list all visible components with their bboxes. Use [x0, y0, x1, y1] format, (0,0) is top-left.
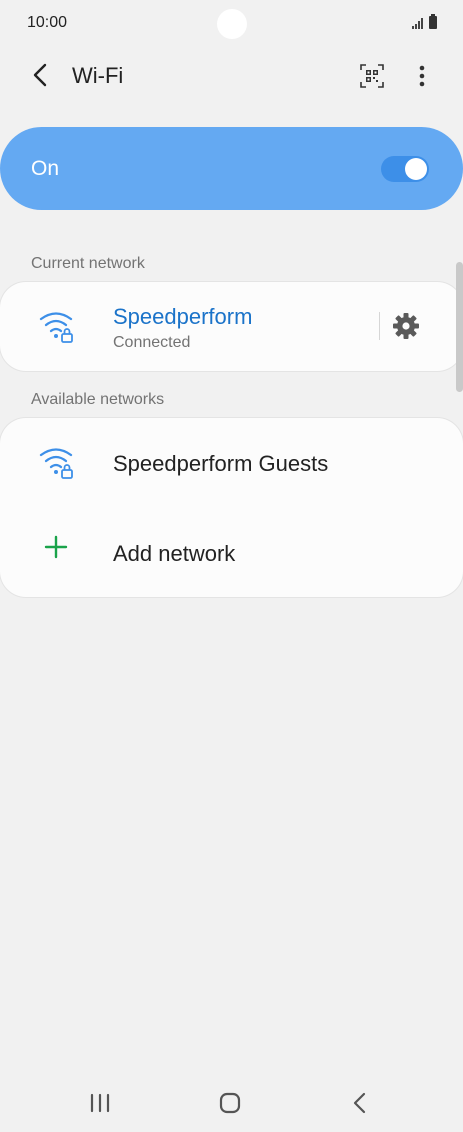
camera-cutout [217, 9, 247, 39]
current-network-card: Speedperform Connected [0, 282, 463, 371]
status-bar: 10:00 [0, 0, 463, 48]
status-icons [412, 14, 437, 29]
wifi-toggle-card[interactable]: On [0, 127, 463, 210]
signal-icon [412, 17, 423, 29]
more-options-icon [419, 65, 425, 87]
row-divider [379, 312, 380, 340]
recent-apps-icon [90, 1093, 110, 1113]
network-list-item[interactable]: Speedperform Guests [0, 418, 463, 508]
nav-back-button[interactable] [340, 1088, 380, 1118]
qr-scan-button[interactable] [358, 62, 386, 90]
switch-knob [405, 158, 427, 180]
scroll-indicator[interactable] [456, 262, 463, 392]
status-time: 10:00 [27, 14, 68, 31]
available-networks-heading: Available networks [31, 391, 165, 408]
home-button[interactable] [210, 1088, 250, 1118]
available-networks-card: Speedperform Guests Add network [0, 418, 463, 597]
network-name: Speedperform Guests [113, 451, 329, 476]
back-button[interactable] [26, 60, 56, 90]
more-options-button[interactable] [410, 62, 434, 90]
wifi-switch[interactable] [381, 156, 429, 182]
back-arrow-icon [33, 63, 47, 87]
gear-icon [393, 313, 419, 339]
navigation-bar [0, 1072, 463, 1132]
add-network-button[interactable]: Add network [0, 508, 463, 597]
qr-code-icon [360, 64, 384, 88]
plus-icon [44, 535, 68, 559]
network-settings-button[interactable] [391, 311, 421, 341]
page-title: Wi-Fi [72, 63, 124, 88]
recent-apps-button[interactable] [80, 1088, 120, 1118]
battery-icon [429, 14, 437, 29]
wifi-settings-screen: 10:00 Wi-Fi On Current network Speedperf… [0, 0, 463, 1132]
current-network-name: Speedperform [113, 304, 253, 329]
wifi-locked-icon [39, 448, 73, 479]
wifi-locked-icon [39, 312, 73, 343]
add-network-label: Add network [113, 541, 236, 566]
app-bar: Wi-Fi [0, 48, 463, 106]
current-network-heading: Current network [31, 255, 145, 272]
current-network-status: Connected [113, 334, 191, 351]
wifi-toggle-label: On [31, 157, 60, 180]
home-icon [219, 1092, 241, 1114]
back-icon [353, 1092, 366, 1114]
